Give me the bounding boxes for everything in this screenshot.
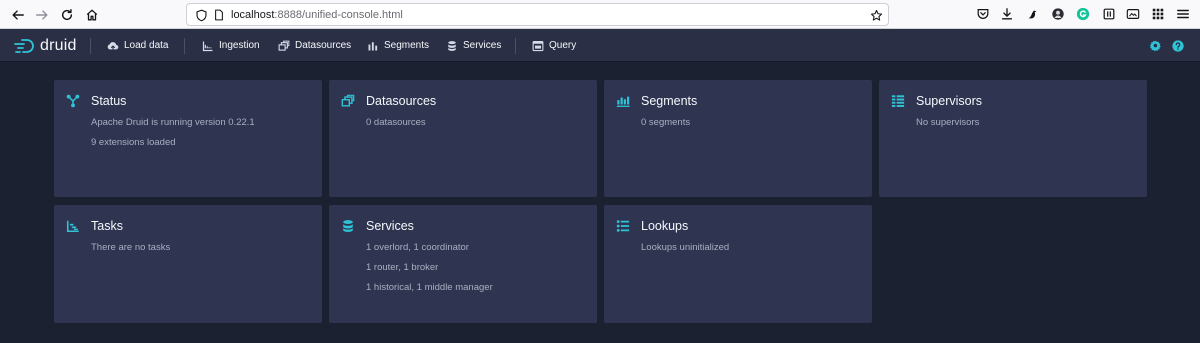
status-card[interactable]: Status Apache Druid is running version 0… [54,80,322,197]
url-path: :8888/unified-console.html [274,9,403,21]
segments-icon [616,96,630,107]
card-title: Status [66,94,126,108]
card-title: Tasks [66,219,123,233]
back-button[interactable] [7,4,29,26]
lookups-card[interactable]: Lookups Lookups uninitialized [604,205,872,323]
card-line: No supervisors [916,117,980,128]
bookmark-star-icon[interactable] [869,8,883,22]
card-line: There are no tasks [91,242,171,253]
card-title-text: Lookups [641,219,689,233]
card-title-text: Segments [641,94,698,108]
lookups-icon [616,220,630,232]
segments-icon [368,41,378,50]
nav-query[interactable]: Query [532,29,576,62]
nav-divider [515,38,516,54]
nav-label: Load data [124,40,169,51]
tasks-icon [66,220,79,233]
supervisors-card[interactable]: Supervisors No supervisors [879,80,1147,197]
datasources-card[interactable]: Datasources 0 datasources [329,80,597,197]
url-text[interactable]: localhost:8888/unified-console.html [231,8,403,22]
card-title: Segments [616,94,697,108]
card-title-text: Datasources [366,94,437,108]
logo-text: druid [40,37,77,54]
card-line: Lookups uninitialized [641,242,730,253]
help-button[interactable] [1172,39,1184,52]
nav-datasources[interactable]: Datasources [278,29,351,62]
extension-bird-icon[interactable] [1026,7,1040,21]
druid-header: druid Load data Ingestion Datasources Se… [0,29,1200,62]
card-line: 1 historical, 1 middle manager [366,282,493,293]
menu-icon[interactable] [1176,7,1190,21]
nav-label: Datasources [295,40,352,51]
druid-logo[interactable]: druid [14,35,77,57]
card-line: 1 overlord, 1 coordinator [366,242,469,253]
card-line: 0 segments [641,117,691,128]
pocket-icon[interactable] [976,7,990,21]
card-title-text: Tasks [91,219,123,233]
status-icon [66,94,80,108]
nav-ingestion[interactable]: Ingestion [202,29,260,62]
card-line: 0 datasources [366,117,426,128]
screenshot-icon[interactable] [1126,7,1140,21]
url-host: localhost [231,9,275,21]
forward-button[interactable] [31,4,53,26]
apps-grid-icon[interactable] [1151,7,1165,21]
card-title: Services [341,219,414,233]
supervisors-icon [891,95,905,107]
grammarly-icon[interactable] [1076,7,1090,21]
nav-label: Query [549,40,577,51]
nav-services[interactable]: Services [446,29,501,62]
url-bar[interactable]: localhost:8888/unified-console.html [186,3,889,26]
card-line: Apache Druid is running version 0.22.1 [91,117,255,128]
shield-icon[interactable] [194,8,208,22]
arrow-right-icon [36,10,48,20]
nav-segments[interactable]: Segments [367,29,429,62]
reload-icon [61,9,73,21]
nav-label: Services [463,40,502,51]
home-button[interactable] [81,4,103,26]
arrow-left-icon [12,10,24,20]
nav-label: Segments [384,40,430,51]
settings-icon [1149,40,1161,52]
card-title: Supervisors [891,94,982,108]
card-title: Lookups [616,219,688,233]
card-title-text: Services [366,219,414,233]
nav-divider [90,38,91,54]
nav-load-data[interactable]: Load data [107,29,169,62]
segments-card[interactable]: Segments 0 segments [604,80,872,197]
database-icon [448,40,456,51]
tasks-card[interactable]: Tasks There are no tasks [54,205,322,323]
card-line: 1 router, 1 broker [366,262,439,273]
ingestion-chart-icon [202,41,213,51]
services-card[interactable]: Services 1 overlord, 1 coordinator 1 rou… [329,205,597,323]
datasources-icon [278,40,290,51]
card-title-text: Supervisors [916,94,982,108]
datasources-icon [341,94,355,107]
account-avatar-icon[interactable] [1051,7,1065,21]
nav-divider [184,38,185,54]
page-info-icon[interactable] [212,8,226,22]
nav-label: Ingestion [219,40,260,51]
reload-button[interactable] [56,4,78,26]
browser-toolbar: localhost:8888/unified-console.html [0,0,1200,29]
card-line: 9 extensions loaded [91,137,176,148]
downloads-icon[interactable] [1000,7,1014,21]
query-window-icon [532,40,544,51]
cloud-upload-icon [107,41,119,51]
druid-logo-icon [14,39,34,53]
settings-button[interactable] [1149,39,1162,52]
help-icon [1172,40,1184,52]
card-title-text: Status [91,94,127,108]
database-icon [343,220,353,232]
extension-box-icon[interactable] [1102,7,1116,21]
home-icon [86,9,98,21]
card-title: Datasources [341,94,436,108]
